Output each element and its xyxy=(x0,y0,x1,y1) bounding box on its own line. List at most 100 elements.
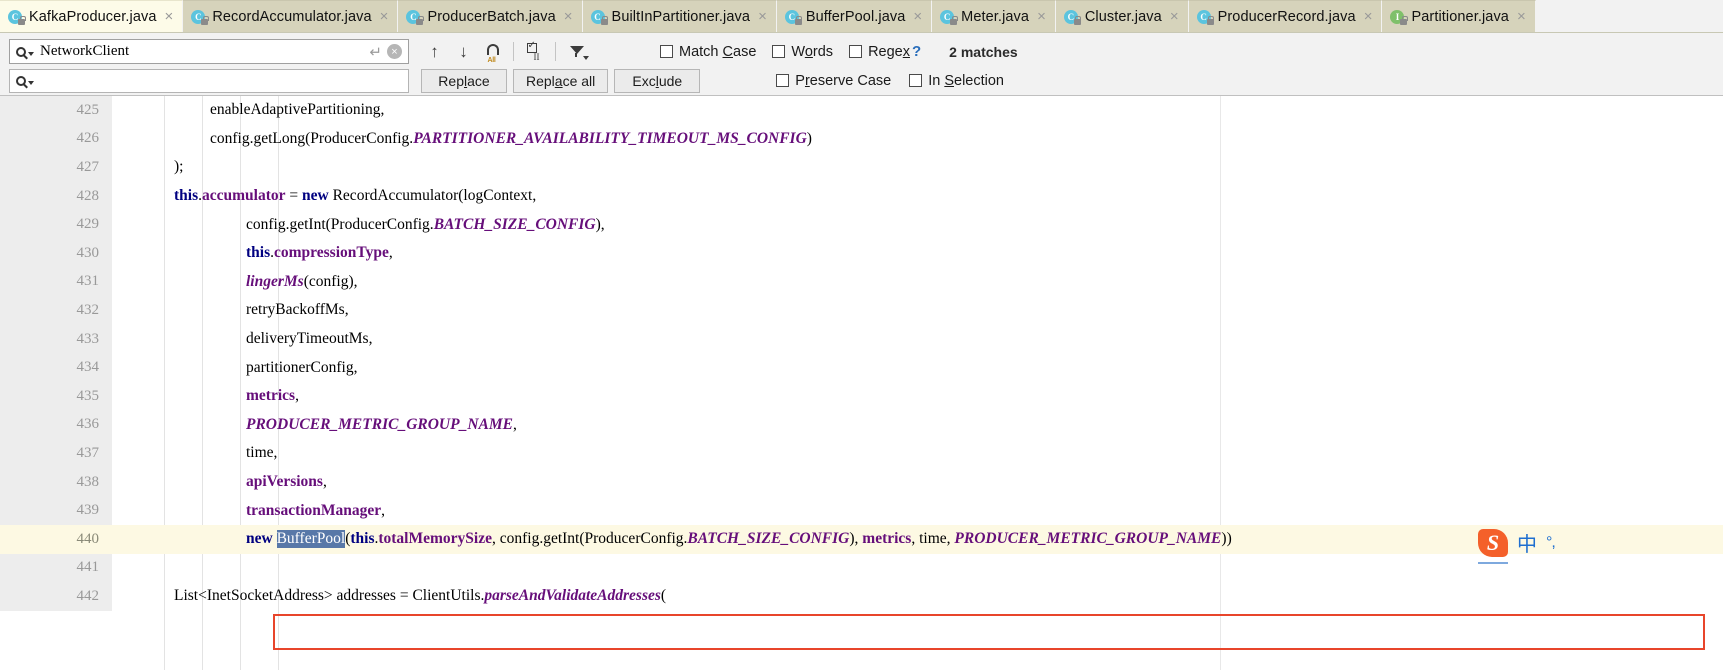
select-all-occurrences-button[interactable]: All xyxy=(479,39,506,64)
fold-gutter[interactable] xyxy=(112,96,162,125)
code-line-435[interactable]: 435 metrics, xyxy=(0,381,1723,411)
replace-field[interactable] xyxy=(9,68,409,93)
ime-punctuation-toggle[interactable]: °, xyxy=(1546,534,1556,552)
code-text[interactable]: config.getInt(ProducerConfig. BATCH_SIZE_… xyxy=(162,210,1723,239)
code-line-430[interactable]: 430 this. compressionType, xyxy=(0,238,1723,268)
code-line-434[interactable]: 434 partitionerConfig, xyxy=(0,353,1723,382)
editor-tab-kafkaproducer[interactable]: C KafkaProducer.java × xyxy=(0,0,184,32)
checkbox-box[interactable] xyxy=(776,74,790,87)
code-line-439[interactable]: 439 transactionManager, xyxy=(0,496,1723,525)
fold-gutter[interactable] xyxy=(112,582,162,611)
search-icon-replace[interactable] xyxy=(14,75,34,86)
close-icon[interactable]: × xyxy=(1037,9,1046,24)
editor-tab-bufferpool[interactable]: C BufferPool.java × xyxy=(776,0,933,32)
fold-gutter[interactable] xyxy=(112,496,162,525)
code-text[interactable]: retryBackoffMs, xyxy=(162,296,1723,325)
enter-icon[interactable]: ↵ xyxy=(367,43,387,61)
editor-tab-partitioner[interactable]: I Partitioner.java × xyxy=(1382,0,1536,32)
code-line-437[interactable]: 437 time, xyxy=(0,439,1723,468)
close-icon[interactable]: × xyxy=(387,44,402,59)
fold-gutter[interactable] xyxy=(112,382,162,411)
code-line-438[interactable]: 438 apiVersions, xyxy=(0,467,1723,497)
code-line-429[interactable]: 429 config.getInt(ProducerConfig. BATCH_SI… xyxy=(0,210,1723,239)
code-text[interactable]: partitionerConfig, xyxy=(162,353,1723,382)
close-icon[interactable]: × xyxy=(758,9,767,24)
code-text[interactable]: metrics, xyxy=(162,382,1723,411)
exclude-button[interactable]: Exclude xyxy=(614,68,701,93)
close-icon[interactable]: × xyxy=(1364,9,1373,24)
fold-gutter[interactable] xyxy=(112,153,162,182)
code-line-440[interactable]: 440 new BufferPool(this. totalMemorySize, … xyxy=(0,524,1723,554)
code-line-436[interactable]: 436 PRODUCER_METRIC_GROUP_NAME, xyxy=(0,410,1723,440)
checkbox-words[interactable]: Words xyxy=(772,44,833,60)
checkbox-box[interactable] xyxy=(772,45,786,58)
code-line-426[interactable]: 426 config.getLong(ProducerConfig. PARTITI… xyxy=(0,124,1723,154)
editor-tab-recordaccumulator[interactable]: C RecordAccumulator.java × xyxy=(183,0,399,32)
code-line-441[interactable]: 441 xyxy=(0,553,1723,583)
checkbox-box[interactable] xyxy=(849,45,863,58)
fold-gutter[interactable] xyxy=(112,268,162,297)
code-text[interactable] xyxy=(162,554,1723,583)
close-icon[interactable]: × xyxy=(380,9,389,24)
fold-gutter[interactable] xyxy=(112,125,162,154)
close-icon[interactable]: × xyxy=(913,9,922,24)
fold-gutter[interactable] xyxy=(112,439,162,468)
checkbox-regex[interactable]: Regex xyxy=(849,44,910,60)
code-editor[interactable]: 425 enableAdaptivePartitioning, 426 config.… xyxy=(0,96,1723,670)
fold-gutter[interactable] xyxy=(112,468,162,497)
code-line-425[interactable]: 425 enableAdaptivePartitioning, xyxy=(0,96,1723,125)
search-icon[interactable] xyxy=(14,46,34,57)
code-text[interactable]: List<InetSocketAddress> addresses = Clie… xyxy=(162,582,1723,611)
sogou-ime-widget[interactable]: S 中 °, xyxy=(1478,528,1556,564)
code-line-428[interactable]: 428 this. accumulator = new RecordAccumula… xyxy=(0,181,1723,211)
checkbox-preserve-case[interactable]: Preserve Case xyxy=(776,73,891,89)
code-text[interactable]: time, xyxy=(162,439,1723,468)
code-text[interactable]: PRODUCER_METRIC_GROUP_NAME, xyxy=(162,411,1723,440)
code-line-432[interactable]: 432 retryBackoffMs, xyxy=(0,296,1723,325)
code-line-442[interactable]: 442 List<InetSocketAddress> addresses = C… xyxy=(0,582,1723,611)
find-next-button[interactable]: ↓ xyxy=(450,39,477,64)
ime-mode-chinese[interactable]: 中 xyxy=(1517,528,1537,557)
fold-gutter[interactable] xyxy=(112,325,162,354)
editor-tab-builtinpartitioner[interactable]: C BuiltInPartitioner.java × xyxy=(582,0,777,32)
editor-tab-producerrecord[interactable]: C ProducerRecord.java × xyxy=(1188,0,1383,32)
fold-gutter[interactable] xyxy=(112,210,162,239)
editor-tab-meter[interactable]: C Meter.java × xyxy=(932,0,1056,32)
fold-gutter[interactable] xyxy=(112,554,162,583)
close-icon[interactable]: × xyxy=(165,9,174,24)
code-line-431[interactable]: 431 lingerMs (config), xyxy=(0,267,1723,297)
fold-gutter[interactable] xyxy=(112,296,162,325)
code-text[interactable]: transactionManager, xyxy=(162,496,1723,525)
code-text[interactable]: enableAdaptivePartitioning, xyxy=(162,96,1723,125)
find-previous-button[interactable]: ↑ xyxy=(421,39,448,64)
code-text[interactable]: lingerMs (config), xyxy=(162,268,1723,297)
help-icon[interactable]: ? xyxy=(912,43,921,60)
checkbox-in-selection[interactable]: In Selection xyxy=(909,73,1004,89)
search-input[interactable] xyxy=(34,40,368,63)
code-text[interactable]: deliveryTimeoutMs, xyxy=(162,325,1723,354)
code-line-427[interactable]: 427); xyxy=(0,153,1723,182)
code-text[interactable]: apiVersions, xyxy=(162,468,1723,497)
checkbox-box[interactable] xyxy=(660,45,673,58)
filter-button[interactable] xyxy=(563,39,590,64)
fold-gutter[interactable] xyxy=(112,182,162,211)
close-icon[interactable]: × xyxy=(564,9,573,24)
replace-input[interactable] xyxy=(34,69,404,92)
checkbox-box[interactable] xyxy=(909,74,923,87)
in-selection-toggle-button[interactable]: II xyxy=(521,39,548,64)
close-icon[interactable]: × xyxy=(1170,9,1179,24)
replace-all-button[interactable]: Replace all xyxy=(513,68,609,93)
code-text[interactable]: this. compressionType, xyxy=(162,239,1723,268)
code-text[interactable]: config.getLong(ProducerConfig. PARTITIONE… xyxy=(162,125,1723,154)
fold-gutter[interactable] xyxy=(112,239,162,268)
checkbox-match-case[interactable]: Match Case xyxy=(660,44,756,60)
editor-tab-cluster[interactable]: C Cluster.java × xyxy=(1055,0,1189,32)
fold-gutter[interactable] xyxy=(112,411,162,440)
code-text[interactable]: ); xyxy=(162,153,1723,182)
replace-button[interactable]: Replace xyxy=(421,68,507,93)
code-line-433[interactable]: 433 deliveryTimeoutMs, xyxy=(0,324,1723,354)
code-text[interactable]: this. accumulator = new RecordAccumulator… xyxy=(162,182,1723,211)
fold-gutter[interactable] xyxy=(112,525,162,554)
editor-tab-producerbatch[interactable]: C ProducerBatch.java × xyxy=(398,0,583,32)
search-field[interactable]: ↵ × xyxy=(9,39,409,64)
